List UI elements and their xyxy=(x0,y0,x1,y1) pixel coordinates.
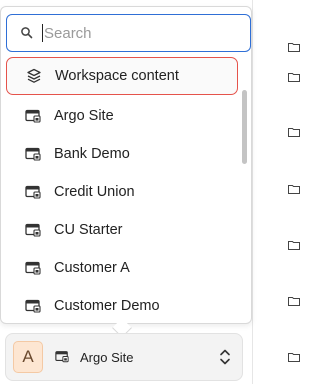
site-icon xyxy=(25,222,41,238)
search-box[interactable] xyxy=(6,14,251,52)
site-icon xyxy=(25,298,41,314)
scrollbar[interactable] xyxy=(241,67,249,321)
list-item-label: Argo Site xyxy=(54,108,114,124)
search-input[interactable] xyxy=(44,24,224,42)
folder-icon xyxy=(288,127,300,137)
folder-icon xyxy=(288,240,300,250)
list-item-label: CU Starter xyxy=(54,222,123,238)
site-icon xyxy=(55,350,69,364)
list-item-credit-union[interactable]: Credit Union xyxy=(6,173,238,211)
site-list: Workspace content Argo Site Bank Demo Cr… xyxy=(1,57,239,323)
site-icon xyxy=(25,108,41,124)
chevron-up-down-icon xyxy=(218,347,232,367)
search-icon xyxy=(20,26,34,40)
folder-icon xyxy=(288,184,300,194)
text-caret xyxy=(42,24,43,42)
list-item-customer-a[interactable]: Customer A xyxy=(6,249,238,287)
site-icon xyxy=(25,146,41,162)
list-item-argo-site[interactable]: Argo Site xyxy=(6,97,238,135)
folder-icon xyxy=(288,296,300,306)
background-panel xyxy=(252,0,301,384)
list-item-bank-demo[interactable]: Bank Demo xyxy=(6,135,238,173)
list-item-workspace-content[interactable]: Workspace content xyxy=(6,57,238,95)
list-item-label: Bank Demo xyxy=(54,146,130,162)
site-icon xyxy=(25,260,41,276)
folder-icon xyxy=(288,352,300,362)
folder-icon xyxy=(288,72,300,82)
folder-icon xyxy=(288,42,300,52)
list-item-label: Workspace content xyxy=(55,68,179,84)
list-item-label: Credit Union xyxy=(54,184,135,200)
scrollbar-thumb[interactable] xyxy=(242,90,247,164)
current-site-label: Argo Site xyxy=(80,349,134,365)
list-item-cu-starter[interactable]: CU Starter xyxy=(6,211,238,249)
layers-icon xyxy=(26,68,42,84)
avatar: A xyxy=(13,341,43,373)
site-selector[interactable]: A Argo Site xyxy=(5,333,243,381)
list-item-label: Customer Demo xyxy=(54,298,160,314)
site-icon xyxy=(25,184,41,200)
site-dropdown: Workspace content Argo Site Bank Demo Cr… xyxy=(0,6,252,324)
list-item-label: Customer A xyxy=(54,260,130,276)
